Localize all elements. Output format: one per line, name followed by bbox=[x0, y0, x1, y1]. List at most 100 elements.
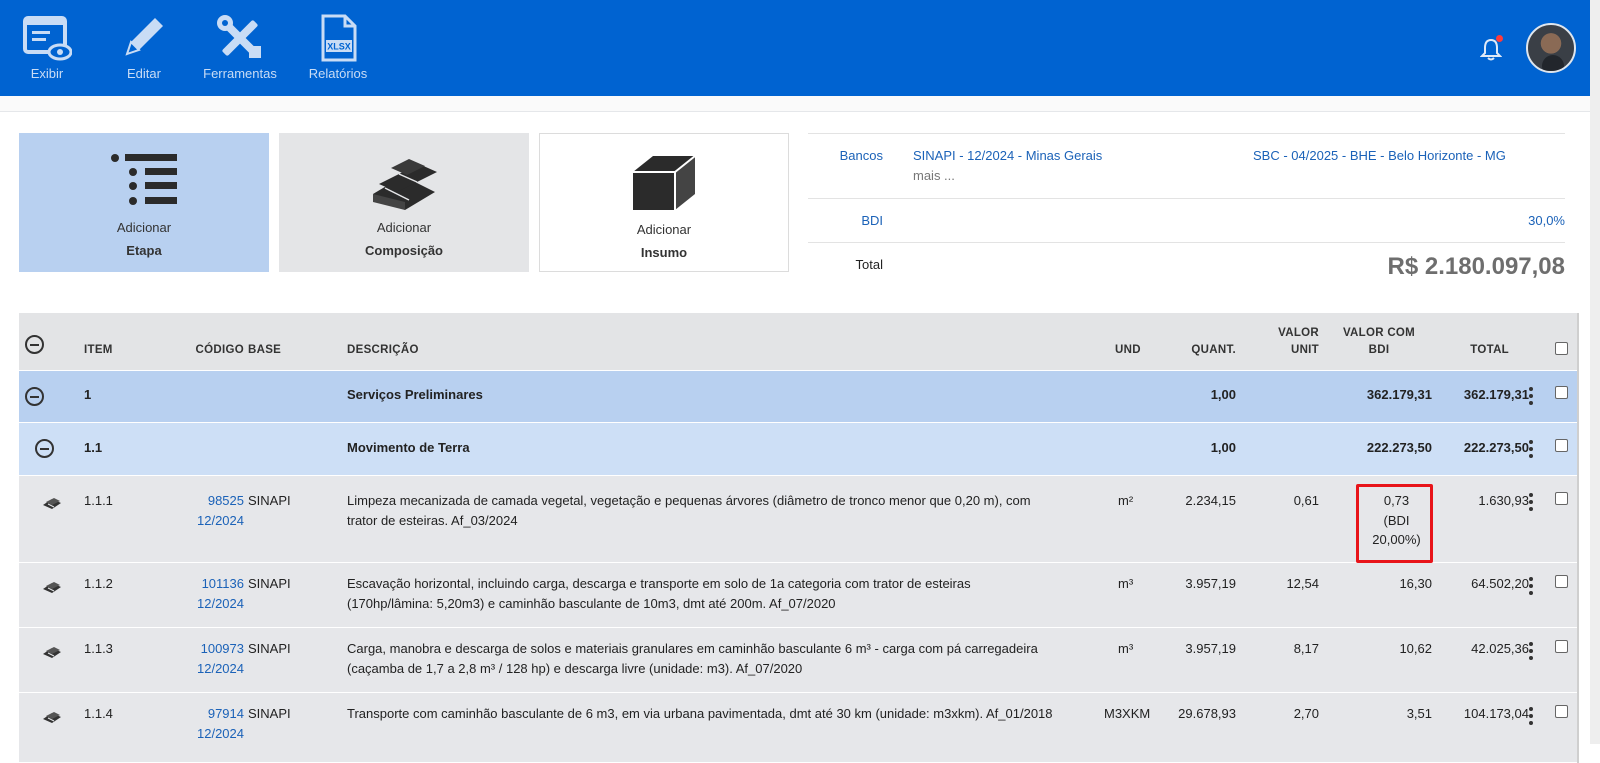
banco-link-sinapi[interactable]: SINAPI - 12/2024 - Minas Gerais bbox=[913, 148, 1102, 163]
row-codigo-link[interactable]: 100973 bbox=[169, 641, 244, 656]
collapse-icon[interactable] bbox=[25, 387, 44, 406]
row-quant: 3.957,19 bbox=[1185, 641, 1236, 656]
kebab-menu-icon[interactable] bbox=[1529, 493, 1533, 511]
row-codigo-data[interactable]: 12/2024 bbox=[169, 513, 244, 528]
row-checkbox[interactable] bbox=[1555, 439, 1568, 452]
toolbar-divider bbox=[0, 96, 1590, 112]
xlsx-file-icon: XLSX bbox=[321, 14, 357, 62]
bdi-label: BDI bbox=[861, 213, 883, 228]
row-codigo-data[interactable]: 12/2024 bbox=[169, 726, 244, 741]
toolbar-label: Exibir bbox=[30, 66, 64, 81]
toolbar-editar-button[interactable]: Editar bbox=[104, 14, 184, 86]
banco-link-sbc[interactable]: SBC - 04/2025 - BHE - Belo Horizonte - M… bbox=[1253, 148, 1506, 163]
row-codigo-data[interactable]: 12/2024 bbox=[169, 661, 244, 676]
row-codigo-data[interactable]: 12/2024 bbox=[169, 596, 244, 611]
row-checkbox[interactable] bbox=[1555, 705, 1568, 718]
etapa-total: 362.179,31 bbox=[1463, 387, 1529, 402]
toolbar-relatorios-button[interactable]: XLSX Relatórios bbox=[298, 14, 378, 86]
row-checkbox[interactable] bbox=[1555, 575, 1568, 588]
row-descricao-2: trator de esteiras. Af_03/2024 bbox=[347, 513, 518, 528]
row-codigo-link[interactable]: 101136 bbox=[169, 576, 244, 591]
row-und: m³ bbox=[1118, 641, 1134, 656]
table-row[interactable]: 1.1.3 100973 12/2024 SINAPI Carga, manob… bbox=[19, 628, 1577, 693]
bancos-row: Bancos SINAPI - 12/2024 - Minas Gerais m… bbox=[808, 133, 1565, 198]
budget-summary: Bancos SINAPI - 12/2024 - Minas Gerais m… bbox=[808, 133, 1565, 286]
highlight-box bbox=[1356, 484, 1433, 563]
toolbar-exibir-button[interactable]: Exibir bbox=[7, 14, 87, 86]
col-und: UND bbox=[1115, 344, 1141, 356]
row-valor-unit: 2,70 bbox=[1293, 706, 1319, 721]
row-valor-bdi: 10,62 bbox=[1399, 641, 1432, 656]
col-codigo: CÓDIGO bbox=[195, 344, 244, 356]
tools-icon bbox=[217, 15, 261, 58]
banco-more-link[interactable]: mais ... bbox=[913, 168, 955, 183]
kebab-menu-icon[interactable] bbox=[1529, 642, 1533, 660]
xlsx-label: XLSX bbox=[327, 42, 351, 52]
col-valor-bdi-1: VALOR COM bbox=[1342, 327, 1416, 339]
add-insumo-button[interactable]: Adicionar Insumo bbox=[539, 133, 789, 272]
table-row[interactable]: 1.1.2 101136 12/2024 SINAPI Escavação ho… bbox=[19, 563, 1577, 628]
row-valor-unit: 0,61 bbox=[1293, 493, 1319, 508]
col-valor-bdi-2: BDI bbox=[1368, 344, 1390, 356]
col-valor-unit-1: VALOR bbox=[1278, 327, 1319, 339]
kebab-menu-icon[interactable] bbox=[1529, 577, 1533, 595]
bdi-value-link[interactable]: 30,0% bbox=[1528, 213, 1565, 228]
budget-table: ITEM CÓDIGO BASE DESCRIÇÃO UND QUANT. VA… bbox=[19, 313, 1579, 763]
toolbar-label: Relatórios bbox=[308, 66, 368, 81]
etapa-descricao: Movimento de Terra bbox=[347, 440, 470, 455]
table-row[interactable]: 1.1.1 98525 12/2024 SINAPI Limpeza mecan… bbox=[19, 476, 1577, 563]
kebab-menu-icon[interactable] bbox=[1529, 707, 1533, 725]
brick-icon bbox=[633, 155, 696, 210]
kebab-menu-icon[interactable] bbox=[1529, 440, 1533, 458]
collapse-icon[interactable] bbox=[35, 439, 54, 458]
card-title: Insumo bbox=[640, 245, 688, 260]
row-descricao-1: Escavação horizontal, incluindo carga, d… bbox=[347, 576, 971, 591]
col-item: ITEM bbox=[84, 344, 113, 356]
kebab-menu-icon[interactable] bbox=[1529, 387, 1533, 405]
toolbar-ferramentas-button[interactable]: Ferramentas bbox=[200, 14, 280, 86]
row-descricao-1: Transporte com caminhão basculante de 6 … bbox=[347, 706, 1053, 721]
toolbar-label: Ferramentas bbox=[203, 66, 277, 81]
page-scrollbar[interactable] bbox=[1590, 0, 1600, 744]
row-item: 1.1.4 bbox=[84, 706, 113, 721]
row-checkbox[interactable] bbox=[1555, 492, 1568, 505]
row-und: m² bbox=[1118, 493, 1134, 508]
etapa-item: 1.1 bbox=[84, 440, 103, 455]
bricks-icon bbox=[373, 159, 437, 210]
col-valor-unit-2: UNIT bbox=[1290, 344, 1319, 356]
total-value: R$ 2.180.097,08 bbox=[1387, 253, 1565, 280]
row-item: 1.1.3 bbox=[84, 641, 113, 656]
card-title: Composição bbox=[364, 243, 443, 258]
row-quant: 29.678,93 bbox=[1178, 706, 1236, 721]
etapa-valor-bdi: 362.179,31 bbox=[1366, 387, 1432, 402]
total-row: Total R$ 2.180.097,08 bbox=[808, 242, 1565, 286]
add-etapa-button[interactable]: Adicionar Etapa bbox=[19, 133, 269, 272]
row-total: 42.025,36 bbox=[1471, 641, 1529, 656]
bdi-row: BDI 30,0% bbox=[808, 198, 1565, 242]
row-codigo-link[interactable]: 98525 bbox=[169, 493, 244, 508]
composition-bricks-icon bbox=[43, 712, 61, 723]
etapa-descricao: Serviços Preliminares bbox=[347, 387, 483, 402]
subetapa-row[interactable]: 1.1 Movimento de Terra 1,00 222.273,50 2… bbox=[19, 423, 1577, 476]
card-label: Adicionar bbox=[376, 220, 432, 235]
row-checkbox[interactable] bbox=[1555, 386, 1568, 399]
row-total: 104.173,04 bbox=[1463, 706, 1529, 721]
row-valor-unit: 12,54 bbox=[1286, 576, 1319, 591]
toolbar-label: Editar bbox=[127, 66, 161, 81]
composition-bricks-icon bbox=[43, 582, 61, 593]
table-row[interactable]: 1.1.4 97914 12/2024 SINAPI Transporte co… bbox=[19, 693, 1577, 763]
composition-bricks-icon bbox=[43, 647, 61, 658]
row-descricao-2: (170hp/lâmina: 5,20m3) e caminhão bascul… bbox=[347, 596, 836, 611]
row-descricao-2: (caçamba de 1,7 a 2,8 m³ / 128 hp) e des… bbox=[347, 661, 803, 676]
add-composicao-button[interactable]: Adicionar Composição bbox=[279, 133, 529, 272]
table-header: ITEM CÓDIGO BASE DESCRIÇÃO UND QUANT. VA… bbox=[19, 313, 1577, 371]
etapa-row[interactable]: 1 Serviços Preliminares 1,00 362.179,31 … bbox=[19, 371, 1577, 423]
select-all-checkbox[interactable] bbox=[1555, 342, 1568, 355]
bancos-label: Bancos bbox=[839, 148, 883, 163]
row-checkbox[interactable] bbox=[1555, 640, 1568, 653]
user-avatar[interactable] bbox=[1526, 23, 1576, 73]
col-total: TOTAL bbox=[1470, 344, 1509, 356]
row-item: 1.1.2 bbox=[84, 576, 113, 591]
row-codigo-link[interactable]: 97914 bbox=[169, 706, 244, 721]
collapse-all-icon[interactable] bbox=[25, 335, 44, 354]
